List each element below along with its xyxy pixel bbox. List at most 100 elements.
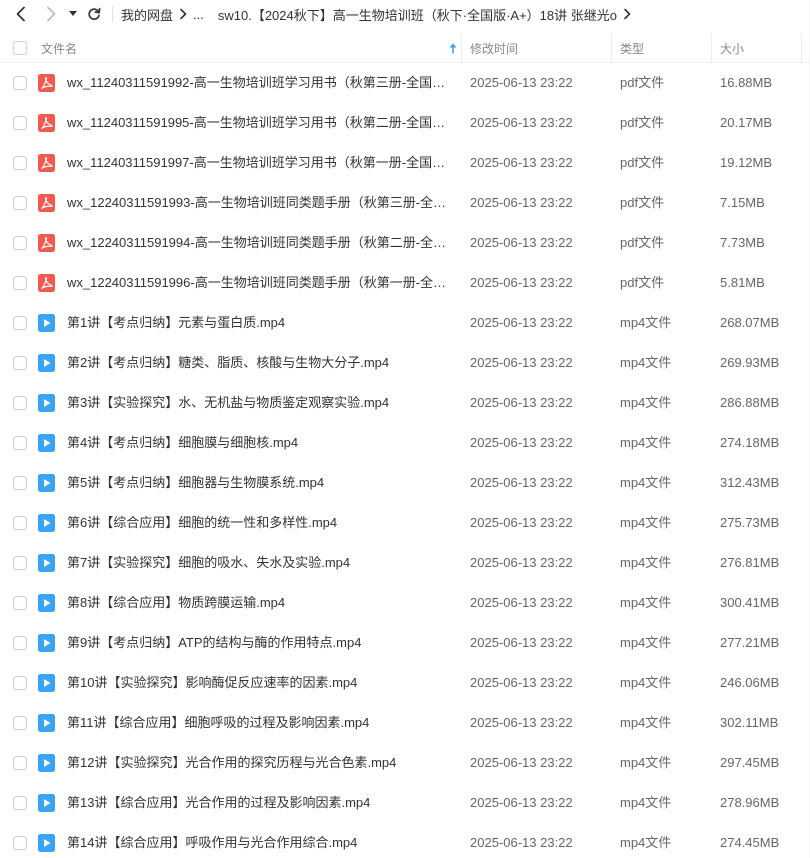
file-row[interactable]: 第14讲【综合应用】呼吸作用与光合作用综合.mp4 2025-06-13 23:2… <box>0 823 810 858</box>
video-file-icon <box>38 434 55 452</box>
file-size: 269.93MB <box>720 355 780 370</box>
breadcrumb-root[interactable]: 我的网盘 <box>121 5 173 24</box>
forward-button[interactable] <box>38 0 64 28</box>
file-row-checkbox[interactable] <box>13 596 27 610</box>
file-name[interactable]: 第5讲【考点归纳】细胞器与生物膜系统.mp4 <box>67 463 452 503</box>
toolbar: 我的网盘 ... sw10.【2024秋下】高一生物培训班（秋下·全国版·A+）… <box>0 0 810 28</box>
column-header-time[interactable]: 修改时间 <box>470 33 610 63</box>
file-row-checkbox[interactable] <box>13 796 27 810</box>
file-type: pdf文件 <box>620 275 665 290</box>
file-name[interactable]: 第2讲【考点归纳】糖类、脂质、核酸与生物大分子.mp4 <box>67 343 452 383</box>
column-divider[interactable] <box>461 33 462 63</box>
breadcrumb-current-folder[interactable]: sw10.【2024秋下】高一生物培训班（秋下·全国版·A+）18讲 张继光o <box>218 5 617 24</box>
file-type: mp4文件 <box>620 835 672 850</box>
file-name[interactable]: wx_11240311591992-高一生物培训班学习用书（秋第三册-全国通用-… <box>67 63 452 103</box>
file-name[interactable]: 第14讲【综合应用】呼吸作用与光合作用综合.mp4 <box>67 823 452 858</box>
column-header-size-label: 大小 <box>720 41 745 56</box>
file-size: 7.15MB <box>720 195 765 210</box>
column-header-size[interactable]: 大小 <box>720 33 800 63</box>
file-row[interactable]: 第5讲【考点归纳】细胞器与生物膜系统.mp4 2025-06-13 23:22 mp… <box>0 463 810 503</box>
caret-down-icon <box>69 11 77 16</box>
history-dropdown-button[interactable] <box>64 0 82 28</box>
column-header-name-label: 文件名 <box>41 41 78 56</box>
file-name[interactable]: 第6讲【综合应用】细胞的统一性和多样性.mp4 <box>67 503 452 543</box>
column-divider[interactable] <box>611 33 612 63</box>
file-type: mp4文件 <box>620 315 672 330</box>
file-row[interactable]: 第9讲【考点归纳】ATP的结构与酶的作用特点.mp4 2025-06-13 23:… <box>0 623 810 663</box>
file-modified-time: 2025-06-13 23:22 <box>470 475 573 490</box>
file-row-checkbox[interactable] <box>13 276 27 290</box>
file-name[interactable]: 第11讲【综合应用】细胞呼吸的过程及影响因素.mp4 <box>67 703 452 743</box>
file-type: pdf文件 <box>620 235 665 250</box>
column-header-type[interactable]: 类型 <box>620 33 710 63</box>
file-size: 274.18MB <box>720 435 780 450</box>
file-row[interactable]: wx_12240311591993-高一生物培训班同类题手册（秋第三册-全国通.… <box>0 183 810 223</box>
file-name[interactable]: 第8讲【综合应用】物质跨膜运输.mp4 <box>67 583 452 623</box>
file-row[interactable]: 第2讲【考点归纳】糖类、脂质、核酸与生物大分子.mp4 2025-06-13 23… <box>0 343 810 383</box>
file-name[interactable]: wx_12240311591996-高一生物培训班同类题手册（秋第一册-全国通.… <box>67 263 452 303</box>
file-name[interactable]: 第4讲【考点归纳】细胞膜与细胞核.mp4 <box>67 423 452 463</box>
file-row-checkbox[interactable] <box>13 556 27 570</box>
file-row-checkbox[interactable] <box>13 756 27 770</box>
file-row[interactable]: 第11讲【综合应用】细胞呼吸的过程及影响因素.mp4 2025-06-13 23:… <box>0 703 810 743</box>
column-divider[interactable] <box>711 33 712 63</box>
file-row-checkbox[interactable] <box>13 196 27 210</box>
file-row[interactable]: wx_12240311591996-高一生物培训班同类题手册（秋第一册-全国通.… <box>0 263 810 303</box>
file-modified-time: 2025-06-13 23:22 <box>470 75 573 90</box>
select-all-checkbox[interactable] <box>13 40 27 55</box>
file-row[interactable]: 第13讲【综合应用】光合作用的过程及影响因素.mp4 2025-06-13 23:… <box>0 783 810 823</box>
file-row-checkbox[interactable] <box>13 516 27 530</box>
file-row-checkbox[interactable] <box>13 716 27 730</box>
file-row[interactable]: 第7讲【实验探究】细胞的吸水、失水及实验.mp4 2025-06-13 23:22… <box>0 543 810 583</box>
file-name[interactable]: wx_11240311591995-高一生物培训班学习用书（秋第二册-全国通用-… <box>67 103 452 143</box>
file-modified-time: 2025-06-13 23:22 <box>470 755 573 770</box>
back-button[interactable] <box>8 0 34 28</box>
file-list: wx_11240311591992-高一生物培训班学习用书（秋第三册-全国通用-… <box>0 63 810 858</box>
file-modified-time: 2025-06-13 23:22 <box>470 555 573 570</box>
file-row[interactable]: 第8讲【综合应用】物质跨膜运输.mp4 2025-06-13 23:22 mp4文件… <box>0 583 810 623</box>
file-size: 275.73MB <box>720 515 780 530</box>
file-modified-time: 2025-06-13 23:22 <box>470 315 573 330</box>
file-row-checkbox[interactable] <box>13 156 27 170</box>
file-row[interactable]: 第12讲【实验探究】光合作用的探究历程与光合色素.mp4 2025-06-13 2… <box>0 743 810 783</box>
file-name[interactable]: 第13讲【综合应用】光合作用的过程及影响因素.mp4 <box>67 783 452 823</box>
file-row[interactable]: 第10讲【实验探究】影响酶促反应速率的因素.mp4 2025-06-13 23:2… <box>0 663 810 703</box>
file-row-checkbox[interactable] <box>13 316 27 330</box>
file-row[interactable]: 第1讲【考点归纳】元素与蛋白质.mp4 2025-06-13 23:22 mp4文件… <box>0 303 810 343</box>
file-name[interactable]: 第7讲【实验探究】细胞的吸水、失水及实验.mp4 <box>67 543 452 583</box>
file-row-checkbox[interactable] <box>13 76 27 90</box>
file-row[interactable]: wx_11240311591995-高一生物培训班学习用书（秋第二册-全国通用-… <box>0 103 810 143</box>
file-row[interactable]: wx_11240311591997-高一生物培训班学习用书（秋第一册-全国通用-… <box>0 143 810 183</box>
file-row-checkbox[interactable] <box>13 116 27 130</box>
file-row-checkbox[interactable] <box>13 836 27 850</box>
file-row[interactable]: 第6讲【综合应用】细胞的统一性和多样性.mp4 2025-06-13 23:22 m… <box>0 503 810 543</box>
file-row[interactable]: 第4讲【考点归纳】细胞膜与细胞核.mp4 2025-06-13 23:22 mp4文… <box>0 423 810 463</box>
breadcrumb-expand-icon[interactable] <box>623 8 631 20</box>
file-row-checkbox[interactable] <box>13 636 27 650</box>
file-name[interactable]: wx_12240311591993-高一生物培训班同类题手册（秋第三册-全国通.… <box>67 183 452 223</box>
file-row-checkbox[interactable] <box>13 476 27 490</box>
file-name[interactable]: 第10讲【实验探究】影响酶促反应速率的因素.mp4 <box>67 663 452 703</box>
file-name[interactable]: 第12讲【实验探究】光合作用的探究历程与光合色素.mp4 <box>67 743 452 783</box>
file-name[interactable]: 第9讲【考点归纳】ATP的结构与酶的作用特点.mp4 <box>67 623 452 663</box>
file-row-checkbox[interactable] <box>13 676 27 690</box>
file-modified-time: 2025-06-13 23:22 <box>470 195 573 210</box>
file-name[interactable]: 第3讲【实验探究】水、无机盐与物质鉴定观察实验.mp4 <box>67 383 452 423</box>
toolbar-divider <box>112 6 113 22</box>
breadcrumb-ellipsis[interactable]: ... <box>193 7 204 22</box>
file-row[interactable]: 第3讲【实验探究】水、无机盐与物质鉴定观察实验.mp4 2025-06-13 23… <box>0 383 810 423</box>
file-row-checkbox[interactable] <box>13 436 27 450</box>
file-row-checkbox[interactable] <box>13 356 27 370</box>
file-row-checkbox[interactable] <box>13 236 27 250</box>
file-name[interactable]: wx_12240311591994-高一生物培训班同类题手册（秋第二册-全国通.… <box>67 223 452 263</box>
column-divider[interactable] <box>801 33 802 63</box>
file-name[interactable]: 第1讲【考点归纳】元素与蛋白质.mp4 <box>67 303 452 343</box>
file-row[interactable]: wx_11240311591992-高一生物培训班学习用书（秋第三册-全国通用-… <box>0 63 810 103</box>
column-header-name[interactable]: 文件名 <box>41 33 461 63</box>
refresh-button[interactable] <box>82 0 106 28</box>
column-header-time-label: 修改时间 <box>470 41 519 56</box>
file-name[interactable]: wx_11240311591997-高一生物培训班学习用书（秋第一册-全国通用-… <box>67 143 452 183</box>
file-type: mp4文件 <box>620 515 672 530</box>
file-row[interactable]: wx_12240311591994-高一生物培训班同类题手册（秋第二册-全国通.… <box>0 223 810 263</box>
file-row-checkbox[interactable] <box>13 396 27 410</box>
